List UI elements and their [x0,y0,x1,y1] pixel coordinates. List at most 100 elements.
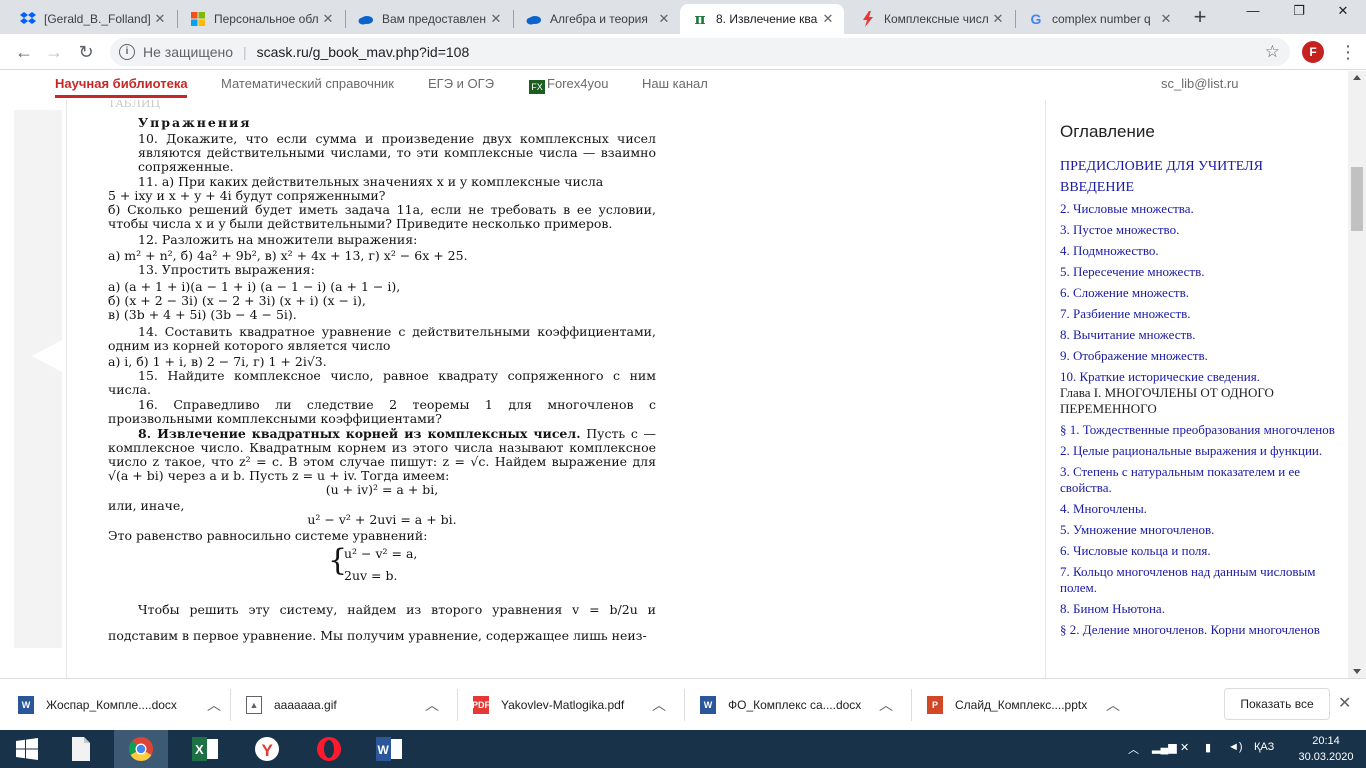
scroll-down-arrow-icon[interactable] [1353,669,1361,674]
show-all-downloads-button[interactable]: Показать все [1224,688,1330,720]
tab-title: Комплексные числ [884,12,989,26]
profile-avatar[interactable]: F [1302,41,1324,63]
taskbar-excel[interactable]: X [178,730,232,768]
taskbar-file-explorer[interactable] [54,730,108,768]
toc-item[interactable]: 8. Бином Ньютона. [1060,601,1340,617]
taskbar-chrome[interactable] [114,730,168,768]
chevron-up-icon[interactable]: ︿ [422,695,442,715]
toc-item[interactable]: 10. Краткие исторические сведения. [1060,369,1340,385]
url-text[interactable]: scask.ru/g_book_mav.php?id=108 [257,44,470,60]
nav-email[interactable]: sc_lib@list.ru [1161,76,1239,91]
toc-item[interactable]: 4. Многочлены. [1060,501,1340,517]
tab-google-search[interactable]: G complex number q ✕ [1016,4,1182,34]
new-tab-button[interactable]: + [1188,6,1212,30]
clock-date: 30.03.2020 [1298,751,1354,763]
nav-scientific-library[interactable]: Научная библиотека [55,76,188,91]
taskbar-yandex[interactable]: Y [240,730,294,768]
tray-chevron-up-icon[interactable]: ︿ [1128,741,1139,757]
download-item[interactable]: ▲ ааааааа.gif ︿ [246,679,442,731]
tab-active-extraction[interactable]: π 8. Извлечение ква ✕ [680,4,844,34]
toc-item[interactable]: 3. Степень с натуральным показателем и е… [1060,464,1340,496]
volume-icon[interactable]: ◄) [1228,741,1243,753]
toc-item-introduction[interactable]: ВВЕДЕНИЕ [1060,180,1340,196]
prev-page-arrow-icon[interactable] [32,338,66,374]
chevron-up-icon[interactable]: ︿ [649,695,669,715]
toc-item[interactable]: 5. Умножение многочленов. [1060,522,1340,538]
tab-complex-numbers[interactable]: Комплексные числ ✕ [848,4,1014,34]
mute-icon[interactable]: ✕ [1180,741,1189,754]
reload-icon[interactable]: ↻ [74,40,98,64]
page-content: ТАБЛИЦ Упражнения 10. Докажите, что если… [0,100,1348,678]
taskbar-opera[interactable] [302,730,356,768]
exercise-13-a: а) (a + 1 + i)(a − 1 + i) (a − 1 − i) (a… [108,280,401,294]
nav-math-reference[interactable]: Математический справочник [221,76,394,91]
toc-item-preface[interactable]: ПРЕДИСЛОВИЕ ДЛЯ УЧИТЕЛЯ [1060,159,1340,175]
battery-icon[interactable]: ▮ [1205,741,1211,754]
start-button[interactable] [0,730,54,768]
toc-item[interactable]: 2. Целые рациональные выражения и функци… [1060,443,1340,459]
download-item[interactable]: W Жоспар_Компле....docx ︿ [18,679,224,731]
menu-dots-icon[interactable]: ⋮ [1338,40,1358,64]
bookmark-star-icon[interactable]: ☆ [1265,42,1280,62]
chevron-up-icon[interactable]: ︿ [1103,695,1123,715]
section-8: 8. Извлечение квадратных корней из компл… [108,427,656,483]
prev-page-panel[interactable] [14,110,66,648]
tab-folland[interactable]: [Gerald_B._Folland] ✕ [8,4,176,34]
forward-arrow-icon[interactable]: → [42,40,66,64]
tab-close-icon[interactable]: ✕ [820,11,836,27]
address-bar[interactable]: i Не защищено | scask.ru/g_book_mav.php?… [110,38,1290,66]
toc-item[interactable]: § 2. Деление многочленов. Корни многочле… [1060,622,1340,638]
scroll-up-arrow-icon[interactable] [1353,75,1361,80]
toc-item[interactable]: 9. Отображение множеств. [1060,348,1340,364]
exercise-11a-line1: 11. а) При каких действительных значения… [138,175,604,189]
tab-close-icon[interactable]: ✕ [1158,11,1174,27]
chevron-up-icon[interactable]: ︿ [876,695,896,715]
download-item[interactable]: P Слайд_Комплекс....pptx ︿ [927,679,1123,731]
restore-button[interactable]: ❐ [1276,0,1322,24]
close-downloads-icon[interactable]: ✕ [1338,693,1351,713]
page-scrollbar[interactable] [1348,71,1366,678]
lightning-icon [860,11,876,27]
tab-personal[interactable]: Персональное обл ✕ [178,4,344,34]
input-language[interactable]: ҚАЗ [1254,741,1274,753]
nav-our-channel[interactable]: Наш канал [642,76,708,91]
toc-item[interactable]: 4. Подмножество. [1060,243,1340,259]
toc-item[interactable]: 3. Пустое множество. [1060,222,1340,238]
back-arrow-icon[interactable]: ← [12,40,36,64]
tab-onedrive-2[interactable]: Алгебра и теория ✕ [514,4,680,34]
tab-close-icon[interactable]: ✕ [320,11,336,27]
toc-item[interactable]: 2. Числовые множества. [1060,201,1340,217]
tab-close-icon[interactable]: ✕ [990,11,1006,27]
toc-item[interactable]: 7. Кольцо многочленов над данным числовы… [1060,564,1340,596]
nav-exams[interactable]: ЕГЭ и ОГЭ [428,76,494,91]
exercise-11b: б) Сколько решений будет иметь задача 11… [108,202,656,231]
toc-item[interactable]: § 1. Тождественные преобразования многоч… [1060,422,1340,438]
tab-close-icon[interactable]: ✕ [488,11,504,27]
tab-close-icon[interactable]: ✕ [152,11,168,27]
security-status: Не защищено [143,44,233,60]
download-item[interactable]: W ФО_Комплекс са....docx ︿ [700,679,896,731]
toc-item[interactable]: 5. Пересечение множеств. [1060,264,1340,280]
download-name: Слайд_Комплекс....pptx [955,698,1088,712]
windows-taskbar: X Y W ︿ ▂▄▆ ✕ ▮ ◄) ҚАЗ 20:14 30.03.2020 [0,730,1366,768]
nav-forex[interactable]: FX Forex4you [529,76,608,94]
scrollbar-thumb[interactable] [1351,167,1363,231]
download-item[interactable]: PDF Yakovlev-Matlogika.pdf ︿ [472,679,669,731]
word-icon: W [376,737,402,761]
taskbar-clock[interactable]: 20:14 30.03.2020 [1296,733,1356,765]
toc-item[interactable]: 6. Числовые кольца и поля. [1060,543,1340,559]
taskbar-word[interactable]: W [362,730,416,768]
toc-item[interactable]: 8. Вычитание множеств. [1060,327,1340,343]
toc-item[interactable]: 6. Сложение множеств. [1060,285,1340,301]
solve-paragraph: Чтобы решить эту систему, найдем из втор… [108,602,656,643]
tab-onedrive-1[interactable]: Вам предоставлен ✕ [346,4,512,34]
info-icon[interactable]: i [119,44,135,60]
word-file-icon: W [700,696,716,714]
network-signal-icon[interactable]: ▂▄▆ [1152,741,1177,754]
close-window-button[interactable]: ✕ [1320,0,1366,24]
toc-item[interactable]: 7. Разбиение множеств. [1060,306,1340,322]
tab-close-icon[interactable]: ✕ [656,11,672,27]
exercise-13-c: в) (3b + 4 + 5i) (3b − 4 − 5i). [108,308,297,322]
chevron-up-icon[interactable]: ︿ [204,695,224,715]
minimize-button[interactable]: — [1230,0,1276,24]
